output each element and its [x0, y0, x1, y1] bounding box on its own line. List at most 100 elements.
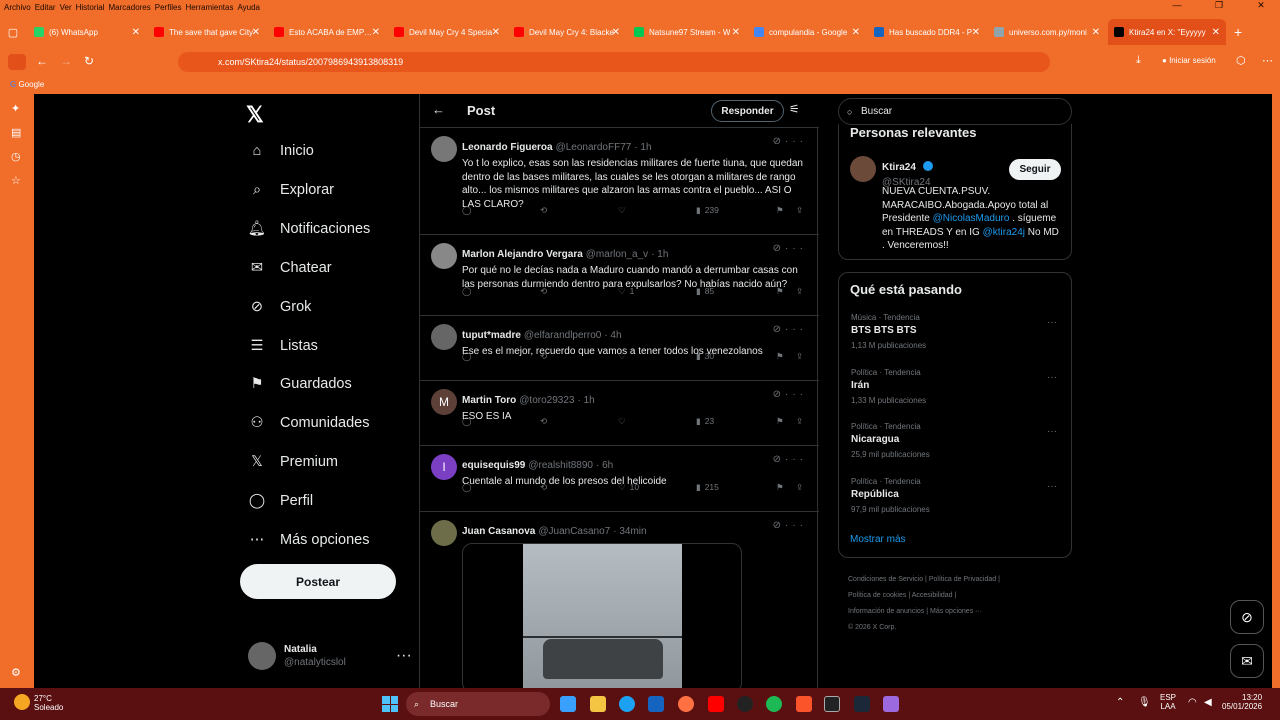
close-tab-icon[interactable]: ✕	[252, 27, 260, 38]
trend-more-icon[interactable]: ···	[1047, 481, 1057, 492]
avatar[interactable]	[431, 136, 457, 162]
close-tab-icon[interactable]: ✕	[372, 27, 380, 38]
spotify-icon[interactable]	[766, 696, 782, 712]
repost-icon[interactable]: ⟲	[540, 416, 547, 427]
post-button[interactable]: Postear	[240, 564, 396, 599]
more-icon[interactable]: ···	[785, 243, 807, 254]
post-time[interactable]: · 1h	[634, 142, 651, 153]
account-switcher[interactable]: Natalia @natalyticslol ···	[248, 642, 412, 670]
close-tab-icon[interactable]: ✕	[1212, 27, 1220, 38]
tray-chevron-icon[interactable]: ⌃	[1116, 697, 1124, 708]
footer-link[interactable]: Política de Privacidad	[929, 576, 996, 583]
browser-tab[interactable]: Has buscado DDR4 - P ✕	[868, 19, 986, 45]
share-icon[interactable]: ⇪	[796, 286, 803, 297]
nav-item-explore[interactable]: ⌕ Explorar	[247, 178, 334, 202]
mention-link[interactable]: @NicolasMaduro	[933, 213, 1010, 224]
copilot-icon[interactable]: ✦	[11, 102, 20, 115]
media-image[interactable]	[462, 543, 742, 688]
menu-historial[interactable]: Historial	[76, 3, 105, 12]
author-handle[interactable]: @LeonardoFF77	[556, 142, 632, 153]
bookmark-google[interactable]: G Google	[10, 80, 44, 89]
grok-fab-icon[interactable]: ⊘	[1230, 600, 1264, 634]
more-icon[interactable]: ···	[785, 454, 807, 465]
x-logo-icon[interactable]: 𝕏	[246, 102, 264, 128]
browser-tab[interactable]: Devil May Cry 4 Specia ✕	[388, 19, 506, 45]
like-icon[interactable]: ♡	[618, 351, 630, 362]
youtube-icon[interactable]	[708, 696, 724, 712]
settings-icon[interactable]: ⚙	[11, 666, 21, 679]
epic-games-icon[interactable]	[824, 696, 840, 712]
footer-link[interactable]: Condiciones de Servicio	[848, 576, 923, 583]
collections-icon[interactable]: ▤	[11, 126, 21, 139]
trend-more-icon[interactable]: ···	[1047, 372, 1057, 383]
reload-icon[interactable]: ↻	[84, 54, 94, 68]
browser-tab[interactable]: The save that gave City ✕	[148, 19, 266, 45]
extensions-icon[interactable]: ⬡	[1236, 54, 1246, 67]
forward-icon[interactable]: →	[60, 54, 72, 68]
back-arrow-icon[interactable]: ←	[432, 102, 445, 117]
copilot-app-icon[interactable]	[560, 696, 576, 712]
close-tab-icon[interactable]: ✕	[732, 27, 740, 38]
show-more-link[interactable]: Mostrar más	[850, 534, 906, 545]
views-icon[interactable]: ▮ 239	[696, 205, 719, 216]
author-name[interactable]: equisequis99	[462, 460, 525, 471]
author-handle[interactable]: @realshit8890	[528, 460, 593, 471]
bookmark-icon[interactable]: ⚑	[776, 351, 784, 362]
author-name[interactable]: Martin Toro	[462, 395, 516, 406]
filter-icon[interactable]: ⚟	[789, 102, 800, 116]
bookmark-icon[interactable]: ⚑	[776, 205, 784, 216]
post-time[interactable]: · 34min	[613, 526, 646, 537]
like-icon[interactable]: ♡	[618, 205, 630, 216]
repost-icon[interactable]: ⟲	[540, 351, 547, 362]
tweet[interactable]: Iequisequis99 @realshit8890 · 6h Cuentale a…	[420, 446, 819, 512]
steam-icon[interactable]	[854, 696, 870, 712]
menu-perfiles[interactable]: Perfiles	[155, 3, 182, 12]
post-time[interactable]: · 6h	[596, 460, 613, 471]
nav-item-more-options[interactable]: ⋯ Más opciones	[247, 528, 370, 552]
bookmark-icon[interactable]: ⚑	[776, 416, 784, 427]
author-handle[interactable]: @marlon_a_v	[586, 249, 648, 260]
nav-item-home[interactable]: ⌂ Inicio	[247, 139, 314, 163]
menu-editar[interactable]: Editar	[35, 3, 56, 12]
browser-tab[interactable]: Esto ACABA de EMPEZA ✕	[268, 19, 386, 45]
game-app-icon[interactable]	[883, 696, 899, 712]
history-icon[interactable]: ◷	[11, 150, 21, 163]
nav-item-lists[interactable]: ☰ Listas	[247, 334, 318, 358]
messages-fab-icon[interactable]: ✉	[1230, 644, 1264, 678]
footer-link[interactable]: Accesibilidad	[912, 592, 953, 599]
author-handle[interactable]: @elfarandlperro0	[524, 330, 601, 341]
reply-icon[interactable]: ◯	[462, 416, 472, 427]
avatar[interactable]	[431, 520, 457, 546]
grok-icon[interactable]: ⊘	[773, 136, 785, 147]
browser-tab[interactable]: Natsune97 Stream - W ✕	[628, 19, 746, 45]
avatar[interactable]: I	[431, 454, 457, 480]
footer-link[interactable]: Política de cookies	[848, 592, 906, 599]
avatar[interactable]	[431, 324, 457, 350]
author-name[interactable]: Leonardo Figueroa	[462, 142, 553, 153]
reply-icon[interactable]: ◯	[462, 351, 472, 362]
tweet[interactable]: Leonardo Figueroa @LeonardoFF77 · 1h Yo t l…	[420, 128, 819, 235]
more-icon[interactable]: ···	[785, 520, 807, 531]
avatar[interactable]	[431, 243, 457, 269]
grok-icon[interactable]: ⊘	[773, 454, 785, 465]
nav-item-communities[interactable]: ⚇ Comunidades	[247, 411, 370, 435]
trend-more-icon[interactable]: ···	[1047, 317, 1057, 328]
more-icon[interactable]: ···	[785, 324, 807, 335]
mic-icon[interactable]: 🎙	[1138, 697, 1151, 708]
nav-item-premium[interactable]: 𝕏 Premium	[247, 450, 338, 474]
views-icon[interactable]: ▮ 215	[696, 482, 719, 493]
views-icon[interactable]: ▮ 23	[696, 416, 714, 427]
like-icon[interactable]: ♡	[618, 416, 630, 427]
taskbar-search[interactable]: ⌕ Buscar	[406, 692, 550, 716]
repost-icon[interactable]: ⟲	[540, 286, 547, 297]
trend-item[interactable]: Política · Tendencia Nicaragua 25,9 mil pu…	[851, 422, 930, 459]
close-tab-icon[interactable]: ✕	[612, 27, 620, 38]
close-tab-icon[interactable]: ✕	[972, 27, 980, 38]
browser-menu-icon[interactable]: ⋯	[1262, 54, 1273, 67]
weather-icon[interactable]	[14, 694, 30, 710]
weather-widget[interactable]: 27°C Soleado	[34, 694, 63, 712]
favorites-icon[interactable]: ☆	[11, 174, 21, 187]
nav-item-notifications[interactable]: 🔔︎ Notificaciones	[247, 217, 370, 241]
repost-icon[interactable]: ⟲	[540, 205, 547, 216]
back-icon[interactable]: ←	[36, 54, 48, 68]
